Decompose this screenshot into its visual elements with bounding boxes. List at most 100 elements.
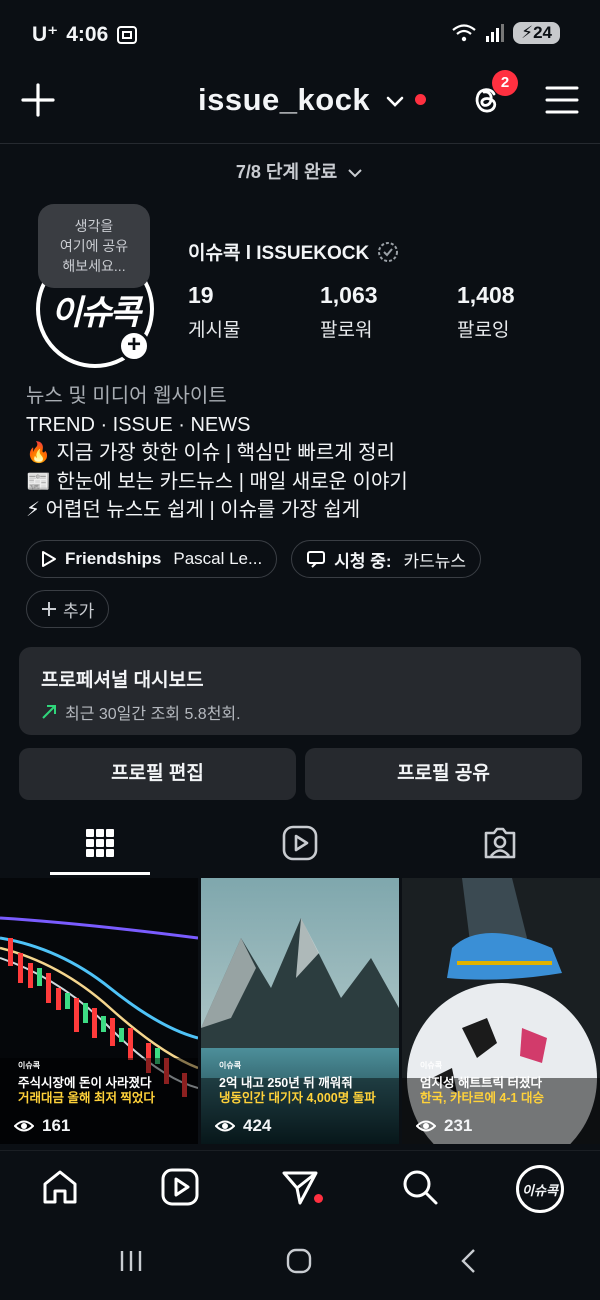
post-caption: 이슈콕 엄지성 해트트릭 터졌다 한국, 카타르에 4-1 대승: [420, 1058, 594, 1106]
header-divider: [0, 143, 600, 144]
chevron-down-icon: [348, 169, 362, 178]
tab-tagged[interactable]: [400, 810, 600, 876]
view-count: 161: [14, 1116, 70, 1136]
watching-value: 카드뉴스: [403, 551, 467, 571]
view-count-value: 424: [243, 1116, 272, 1135]
posts-stat[interactable]: 19 게시물: [188, 282, 240, 342]
posts-label: 게시물: [188, 320, 241, 341]
bio-line: 📰 한눈에 보는 카드뉴스 | 매일 새로운 이야기: [26, 470, 408, 493]
profile-chips: Friendships Pascal Le... 시청 중: 카드뉴스: [26, 540, 482, 578]
bio-line: 🔥 지금 가장 핫한 이슈 | 핵심만 빠르게 정리: [26, 442, 395, 464]
battery-indicator: ⚡24: [513, 22, 560, 44]
music-chip[interactable]: Friendships Pascal Le...: [26, 540, 278, 578]
bottom-navigation: 이슈콕: [0, 1150, 600, 1226]
wifi-icon: [452, 24, 476, 42]
post-grid: 이슈콕 주식시장에 돈이 사라졌다 거래대금 올해 최저 찍었다 161 이슈콕…: [0, 878, 600, 1144]
eye-icon: [14, 1120, 34, 1132]
grid-icon: [86, 829, 114, 857]
add-story-button[interactable]: +: [118, 330, 150, 362]
screenshot-icon: [117, 25, 138, 44]
home-button-icon[interactable]: [286, 1248, 312, 1274]
username-switcher[interactable]: issue_kock: [198, 82, 370, 118]
view-count-value: 161: [42, 1116, 71, 1135]
unread-dot: [415, 94, 426, 105]
add-chip-button[interactable]: 추가: [26, 590, 110, 628]
bio-line: TREND · ISSUE · NEWS: [26, 413, 251, 436]
view-count-value: 231: [444, 1116, 473, 1135]
post-headline: 주식시장에 돈이 사라졌다: [18, 1076, 152, 1090]
share-profile-button[interactable]: 프로필 공유: [305, 748, 582, 800]
post-brand: 이슈콕: [420, 1061, 443, 1070]
post-brand: 이슈콕: [219, 1061, 242, 1070]
profile-category: 뉴스 및 미디어 웹사이트: [26, 385, 227, 407]
post-subheadline: 냉동인간 대기자 4,000명 돌파: [219, 1091, 376, 1105]
reels-icon[interactable]: [160, 1167, 200, 1207]
watching-label: 시청 중:: [334, 551, 392, 571]
post-tile[interactable]: 이슈콕 2억 내고 250년 뒤 깨워줘 냉동인간 대기자 4,000명 돌파 …: [201, 878, 399, 1144]
note-line: 해보세요...: [62, 258, 126, 274]
following-stat[interactable]: 1,408 팔로잉: [457, 282, 515, 342]
signal-icon: [486, 24, 505, 42]
eye-icon: [215, 1120, 235, 1132]
post-caption: 이슈콕 주식시장에 돈이 사라졌다 거래대금 올해 최저 찍었다: [18, 1058, 192, 1106]
followers-label: 팔로워: [320, 320, 373, 341]
post-headline: 엄지성 해트트릭 터졌다: [420, 1076, 542, 1090]
view-count: 424: [215, 1116, 271, 1136]
home-icon[interactable]: [40, 1167, 80, 1207]
note-line: 여기에 공유: [59, 238, 129, 254]
tab-reels[interactable]: [200, 810, 400, 876]
post-tile[interactable]: 이슈콕 엄지성 해트트릭 터졌다 한국, 카타르에 4-1 대승 231: [402, 878, 600, 1144]
professional-dashboard[interactable]: 프로페셔널 대시보드 최근 30일간 조회 5.8천회.: [19, 647, 581, 735]
threads-badge-icon[interactable]: [377, 241, 399, 263]
recent-apps-icon[interactable]: [118, 1248, 144, 1274]
note-line: 생각을: [74, 218, 114, 234]
posts-count: 19: [188, 282, 214, 308]
followers-stat[interactable]: 1,063 팔로워: [320, 282, 378, 342]
music-title: Friendships: [65, 549, 162, 568]
post-subheadline: 거래대금 올해 최저 찍었다: [18, 1091, 155, 1105]
following-label: 팔로잉: [457, 320, 510, 341]
profile-bio: 뉴스 및 미디어 웹사이트 TREND · ISSUE · NEWS 🔥 지금 …: [26, 382, 408, 525]
setup-progress-label: 7/8 단계 완료: [235, 162, 338, 182]
plus-icon: [42, 602, 56, 616]
add-chip-label: 추가: [63, 601, 95, 621]
bio-line: ⚡ 어렵던 뉴스도 쉽게 | 이슈를 가장 쉽게: [26, 499, 361, 521]
unread-dot: [314, 1194, 323, 1203]
dashboard-subtitle: 최근 30일간 조회 5.8천회.: [65, 706, 241, 723]
system-navigation-bar: [0, 1226, 600, 1300]
tab-grid[interactable]: [0, 810, 200, 876]
display-name-row: 이슈콕 l ISSUEKOCK: [188, 238, 399, 265]
eye-icon: [416, 1120, 436, 1132]
dashboard-title: 프로페셔널 대시보드: [41, 670, 204, 691]
post-subheadline: 한국, 카타르에 4-1 대승: [420, 1091, 544, 1105]
tagged-person-icon: [484, 827, 516, 859]
nav-avatar-text: 이슈콕: [522, 1182, 558, 1198]
active-tab-indicator: [50, 872, 150, 875]
play-icon: [42, 551, 56, 567]
setup-progress-link[interactable]: 7/8 단계 완료: [0, 158, 600, 184]
chevron-down-icon[interactable]: [384, 90, 406, 112]
followers-count: 1,063: [320, 282, 378, 308]
threads-notification-badge: 2: [492, 70, 518, 96]
profile-tabs: [0, 810, 600, 876]
profile-header: issue_kock 2: [0, 70, 600, 140]
clock: 4:06: [66, 22, 109, 46]
carrier-label: U⁺: [32, 23, 59, 46]
back-icon[interactable]: [456, 1248, 482, 1274]
trend-up-icon: [42, 705, 56, 719]
edit-profile-button[interactable]: 프로필 편집: [19, 748, 296, 800]
post-caption: 이슈콕 2억 내고 250년 뒤 깨워줘 냉동인간 대기자 4,000명 돌파: [219, 1058, 393, 1106]
avatar-logo-text: 이슈콕: [51, 293, 141, 332]
display-name: 이슈콕 l ISSUEKOCK: [188, 243, 370, 264]
watching-chip[interactable]: 시청 중: 카드뉴스: [291, 540, 482, 578]
post-tile[interactable]: 이슈콕 주식시장에 돈이 사라졌다 거래대금 올해 최저 찍었다 161: [0, 878, 198, 1144]
note-bubble[interactable]: 생각을 여기에 공유 해보세요...: [38, 204, 150, 288]
view-count: 231: [416, 1116, 472, 1136]
following-count: 1,408: [457, 282, 515, 308]
menu-icon[interactable]: [544, 84, 580, 116]
create-plus-icon[interactable]: [20, 82, 56, 118]
search-icon[interactable]: [400, 1167, 440, 1207]
profile-nav-avatar[interactable]: 이슈콕: [516, 1165, 564, 1213]
tv-icon: [307, 551, 326, 568]
status-bar: U⁺ 4:06 ⚡24: [0, 0, 600, 70]
